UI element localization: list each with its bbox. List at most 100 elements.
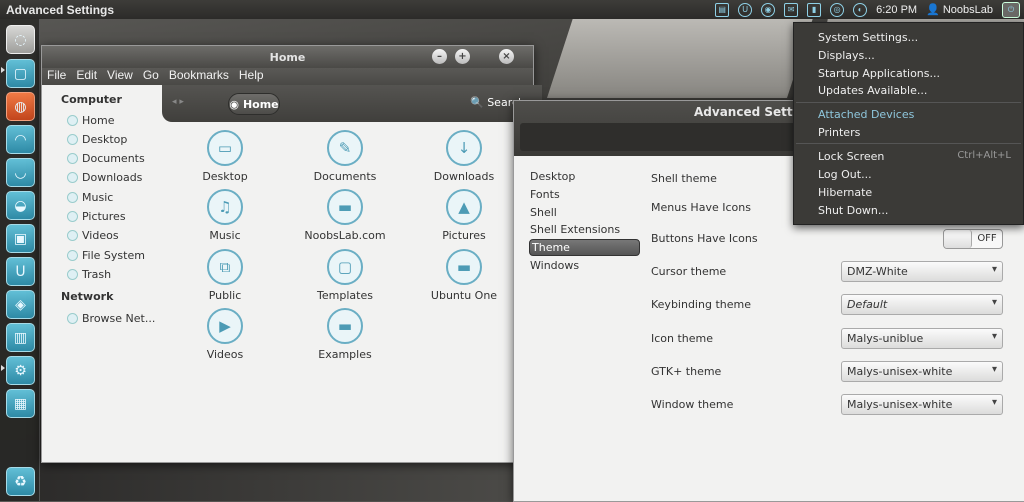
workspace-icon[interactable]: ▦ [6, 389, 35, 418]
nav-shell-extensions[interactable]: Shell Extensions [530, 223, 620, 236]
folder-item[interactable]: ✎ Documents [295, 130, 395, 183]
app-icon[interactable]: ◒ [6, 191, 35, 220]
trash-icon [67, 269, 78, 280]
close-icon[interactable]: × [499, 49, 514, 64]
folder-label: Music [209, 229, 241, 242]
downloads-folder-icon: ↓ [446, 130, 482, 166]
folder-label: Public [208, 289, 242, 302]
back-forward-icon[interactable]: ◂ ▸ [172, 97, 184, 107]
ubuntu-one-indicator-icon[interactable]: U [738, 2, 753, 17]
pictures-folder-icon: ▲ [446, 189, 482, 225]
maximize-icon[interactable]: + [455, 49, 470, 64]
menu-edit[interactable]: Edit [71, 68, 102, 85]
nav-windows[interactable]: Windows [530, 259, 579, 272]
menu-go[interactable]: Go [138, 68, 164, 85]
app-icon[interactable]: ◡ [6, 158, 35, 187]
folder-label: NoobsLab.com [304, 229, 386, 242]
sidebar-item-pictures[interactable]: Pictures [67, 210, 126, 223]
menu-item-log-out[interactable]: Log Out... [818, 168, 872, 181]
keybinding-theme-label: Keybinding theme [651, 298, 751, 311]
menu-bar: File Edit View Go Bookmarks Help [42, 68, 533, 85]
menu-bookmarks[interactable]: Bookmarks [164, 68, 234, 85]
app-icon[interactable]: ◠ [6, 125, 35, 154]
user-menu[interactable]: 👤 NoobsLab [926, 3, 993, 16]
sidebar-item-label: Pictures [82, 210, 126, 223]
folder-item[interactable]: ↓ Downloads [414, 130, 514, 183]
icon-theme-select[interactable]: Malys-uniblue [841, 328, 1003, 349]
menu-item-printers[interactable]: Printers [818, 126, 860, 139]
keybinding-theme-select[interactable]: Default [841, 294, 1003, 315]
app-icon[interactable]: ▥ [6, 323, 35, 352]
folder-item[interactable]: ▭ Desktop [175, 130, 275, 183]
menu-item-startup-applications[interactable]: Startup Applications... [818, 67, 940, 80]
home-icon [67, 115, 78, 126]
cursor-theme-label: Cursor theme [651, 265, 727, 278]
sidebar-item-downloads[interactable]: Downloads [67, 171, 142, 184]
ubuntu-one-icon[interactable]: U [6, 257, 35, 286]
menu-help[interactable]: Help [234, 68, 269, 85]
location-home-button[interactable]: ◉ Home [228, 93, 280, 115]
sidebar-item-music[interactable]: Music [67, 191, 113, 204]
buttons-have-icons-toggle[interactable]: OFF [943, 229, 1003, 249]
battery-indicator-icon[interactable]: ▮ [807, 2, 822, 17]
keyboard-indicator-icon[interactable]: ▤ [715, 2, 730, 17]
folder-label: Videos [206, 348, 244, 361]
firefox-icon[interactable]: ◍ [6, 92, 35, 121]
sidebar-item-documents[interactable]: Documents [67, 152, 145, 165]
folder-item[interactable]: ▬ NoobsLab.com [295, 189, 395, 242]
sidebar-item-desktop[interactable]: Desktop [67, 133, 127, 146]
window-theme-select[interactable]: Malys-unisex-white [841, 394, 1003, 415]
public-folder-icon: ⧉ [207, 249, 243, 285]
menu-item-hibernate[interactable]: Hibernate [818, 186, 872, 199]
folder-item[interactable]: ♫ Music [175, 189, 275, 242]
menu-item-updates-available[interactable]: Updates Available... [818, 84, 927, 97]
nautilus-window: – + × Home File Edit View Go Bookmarks H… [41, 45, 542, 463]
folder-label: Examples [318, 348, 372, 361]
menu-item-system-settings[interactable]: System Settings... [818, 31, 918, 44]
menu-item-lock-screen[interactable]: Lock Screen [818, 150, 884, 163]
folder-item[interactable]: ▲ Pictures [414, 189, 514, 242]
session-menu-icon[interactable]: ⏻ [1002, 1, 1020, 18]
menu-view[interactable]: View [102, 68, 138, 85]
app-icon[interactable]: ▣ [6, 224, 35, 253]
location-label: Home [242, 97, 279, 111]
folder-label: Ubuntu One [430, 289, 498, 302]
network-indicator-icon[interactable]: ◎ [830, 2, 845, 17]
menu-item-shut-down[interactable]: Shut Down... [818, 204, 888, 217]
dash-icon[interactable]: ◌ [6, 25, 35, 54]
volume-indicator-icon[interactable]: ◐ [853, 2, 868, 17]
minimize-icon[interactable]: – [432, 49, 447, 64]
sidebar-item-label: Desktop [82, 133, 128, 146]
menu-file[interactable]: File [42, 68, 71, 85]
sidebar-item-file-system[interactable]: File System [67, 249, 145, 262]
cursor-theme-select[interactable]: DMZ-White [841, 261, 1003, 282]
nav-fonts[interactable]: Fonts [530, 188, 560, 201]
top-panel: Advanced Settings ▤ U ◉ ✉ ▮ ◎ ◐ 6:20 PM … [0, 0, 1024, 19]
app-icon[interactable]: ◈ [6, 290, 35, 319]
sidebar-item-label: Videos [82, 229, 119, 242]
nav-shell[interactable]: Shell [530, 206, 557, 219]
sidebar-item-browse-network[interactable]: Browse Net... [67, 312, 155, 325]
sidebar-item-home[interactable]: Home [67, 114, 114, 127]
toggle-state: OFF [977, 233, 997, 244]
nav-theme[interactable]: Theme [529, 239, 640, 256]
power-indicator-icon[interactable]: ◉ [761, 2, 776, 17]
gtk-theme-select[interactable]: Malys-unisex-white [841, 361, 1003, 382]
app-icon[interactable]: ⚙ [6, 356, 35, 385]
folder-label: Downloads [433, 170, 495, 183]
folder-item[interactable]: ▬ Ubuntu One [414, 249, 514, 302]
clock[interactable]: 6:20 PM [876, 4, 917, 16]
folder-item[interactable]: ▢ Templates [295, 249, 395, 302]
folder-item[interactable]: ⧉ Public [175, 249, 275, 302]
mail-indicator-icon[interactable]: ✉ [784, 2, 799, 17]
folder-item[interactable]: ▬ Examples [295, 308, 395, 361]
sidebar-item-videos[interactable]: Videos [67, 229, 119, 242]
menu-separator [796, 143, 1021, 144]
folder-item[interactable]: ▶ Videos [175, 308, 275, 361]
nav-desktop[interactable]: Desktop [530, 170, 575, 183]
menu-item-displays[interactable]: Displays... [818, 49, 875, 62]
sidebar-item-trash[interactable]: Trash [67, 268, 111, 281]
files-icon[interactable]: ▢ [6, 59, 35, 88]
window-titlebar[interactable]: – + × Home [42, 46, 533, 68]
trash-icon[interactable]: ♻ [6, 467, 35, 496]
